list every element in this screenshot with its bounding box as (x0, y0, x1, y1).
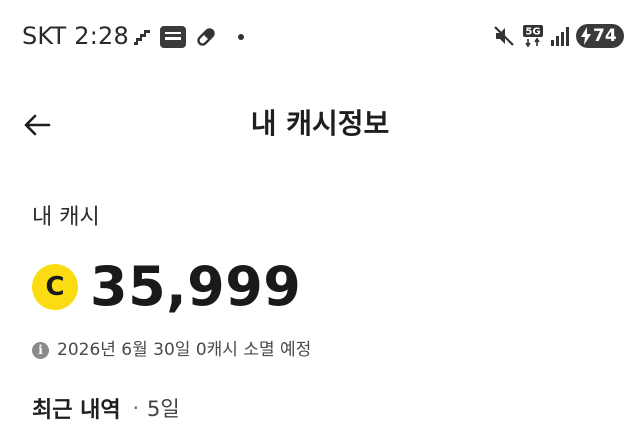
svg-text:5G: 5G (525, 27, 540, 38)
pill-icon (197, 28, 215, 46)
app-header: 내 캐시정보 (0, 92, 640, 156)
status-carrier-time: SKT 2:28 (22, 20, 129, 52)
page-title: 내 캐시정보 (250, 107, 390, 140)
recent-history-header[interactable]: 최근 내역 · 5일 (32, 392, 180, 424)
recent-separator: · (132, 396, 139, 420)
signal-icon (551, 27, 569, 46)
more-notifications-dot (238, 34, 244, 40)
recent-history-title: 최근 내역 (32, 398, 121, 423)
notification-icons (132, 24, 244, 50)
stairs-icon (134, 30, 150, 45)
cash-balance: C 35,999 (32, 252, 301, 322)
recent-period[interactable]: 5일 (147, 393, 180, 423)
expire-text: 2026년 6월 30일 0캐시 소멸 예정 (57, 340, 312, 360)
system-indicators: 5G 74 (492, 22, 624, 50)
battery-level: 74 (593, 26, 617, 46)
my-samsung-fire-app-icon (160, 26, 186, 48)
cash-amount: 35,999 (90, 255, 302, 318)
status-bar: SKT 2:28 5G 74 (0, 0, 640, 72)
info-icon: i (32, 341, 49, 359)
carrier-label: SKT (22, 22, 67, 50)
screen: SKT 2:28 5G 74 내 캐시정보 내 캐시 C 35,999 i 20… (0, 0, 640, 440)
cash-coin-icon: C (32, 264, 78, 310)
charging-bolt-icon (581, 27, 591, 45)
battery-indicator: 74 (576, 24, 624, 48)
expire-notice: i 2026년 6월 30일 0캐시 소멸 예정 (32, 336, 311, 364)
mute-icon (494, 26, 514, 46)
cash-label: 내 캐시 (32, 205, 100, 230)
clock: 2:28 (74, 22, 129, 50)
network-5g-icon: 5G (523, 25, 543, 48)
